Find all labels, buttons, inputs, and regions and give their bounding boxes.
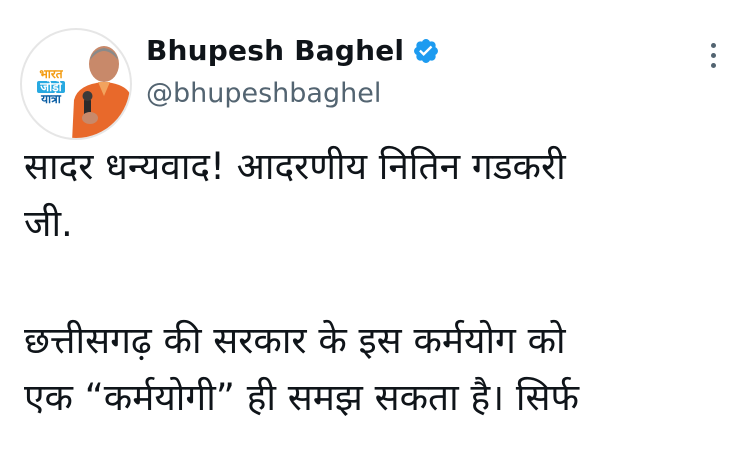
- tweet-text-line: छत्तीसगढ़ की सरकार के इस कर्मयोग को: [24, 319, 566, 362]
- badge-line: यात्रा: [41, 92, 61, 107]
- avatar[interactable]: भारत जोड़ो यात्रा: [20, 28, 132, 140]
- tweet-text-line: एक “कर्मयोगी” ही समझ सकता है। सिर्फ: [24, 376, 580, 419]
- author-name-row: Bhupesh Baghel: [146, 34, 440, 67]
- badge-line: भारत: [39, 67, 63, 82]
- handle[interactable]: @bhupeshbaghel: [146, 78, 381, 109]
- profile-photo: [72, 46, 130, 138]
- tweet-text-line: [24, 252, 724, 312]
- more-vertical-icon: [710, 42, 716, 48]
- tweet-text: सादर धन्यवाद! आदरणीय नितिन गडकरी जी. छत्…: [24, 138, 724, 426]
- tweet-text-line: सादर धन्यवाद! आदरणीय नितिन गडकरी: [24, 145, 566, 188]
- verified-badge-icon: [414, 38, 439, 63]
- tweet-card: भारत जोड़ो यात्रा Bhupesh Baghel @bhupes…: [0, 0, 750, 450]
- bharat-jodo-yatra-logo: भारत जोड़ो यात्रा: [31, 62, 71, 112]
- more-options-button[interactable]: [700, 38, 726, 72]
- display-name[interactable]: Bhupesh Baghel: [146, 34, 404, 67]
- more-vertical-icon: [710, 62, 716, 68]
- more-vertical-icon: [710, 52, 716, 58]
- tweet-text-line: जी.: [24, 202, 73, 245]
